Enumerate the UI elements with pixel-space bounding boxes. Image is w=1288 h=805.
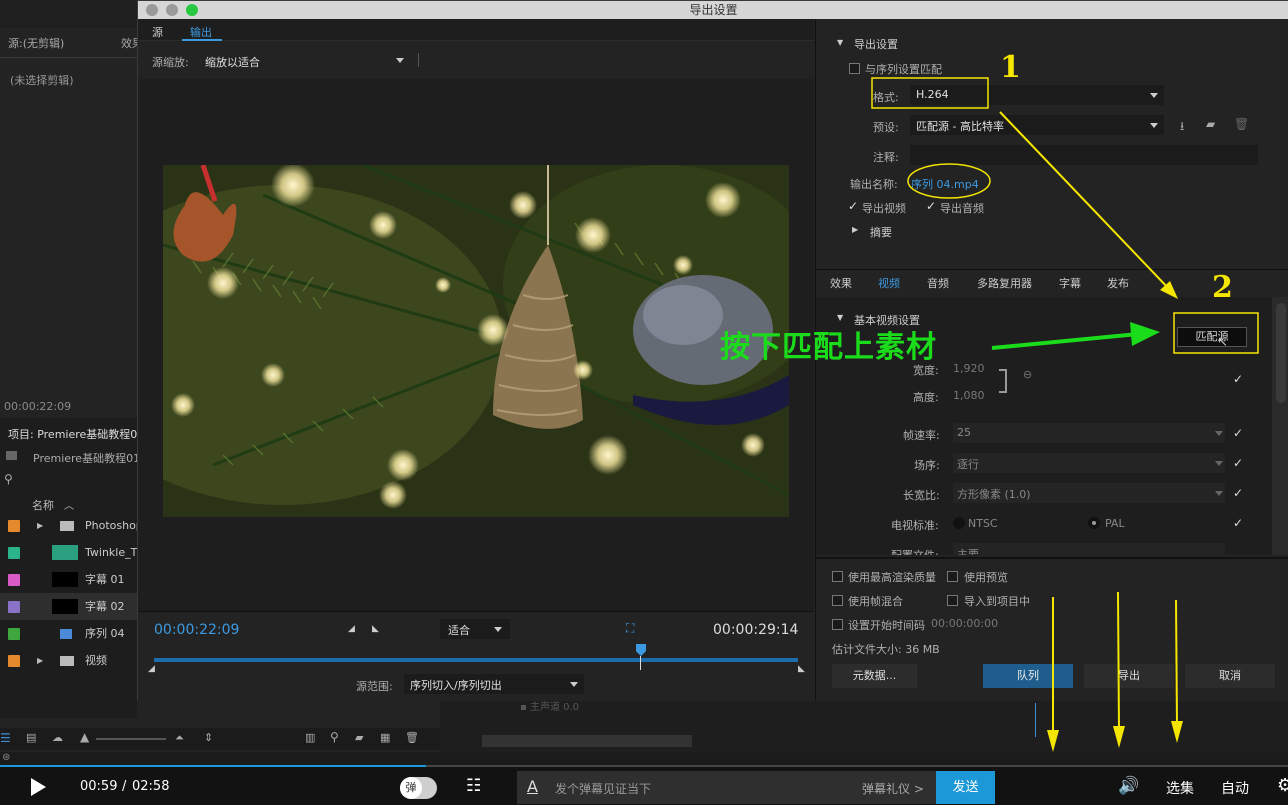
match-source-highlight — [1173, 312, 1259, 354]
danmaku-settings-icon[interactable]: ☷ — [466, 776, 481, 796]
annotation-instruction: 按下匹配上素材 — [720, 330, 937, 365]
send-button[interactable]: 发送 — [936, 771, 995, 804]
green-arrow-head — [1130, 322, 1160, 346]
green-arrow-line — [991, 332, 1139, 350]
arrow-line — [999, 111, 1171, 291]
episodes-button[interactable]: 选集 — [1166, 778, 1194, 798]
arrow-head — [1113, 726, 1125, 748]
volume-icon[interactable]: 🔊 — [1118, 776, 1139, 796]
text-style-icon[interactable]: A — [527, 777, 538, 796]
settings-gear-icon[interactable]: ⚙ — [1277, 775, 1288, 796]
total-time: 02:58 — [132, 779, 170, 794]
quality-button[interactable]: 自动 — [1221, 778, 1249, 798]
current-time: 00:59 — [80, 779, 118, 794]
format-highlight-box — [871, 77, 989, 109]
danmaku-placeholder: 发个弹幕见证当下 — [555, 782, 652, 796]
annotation-number-1: 1 — [1000, 50, 1021, 85]
play-icon[interactable] — [28, 777, 48, 797]
danmaku-toggle[interactable]: 弹 — [400, 777, 437, 799]
annotation-overlay — [871, 77, 1259, 752]
arrow-down-2 — [1117, 591, 1120, 731]
arrow-down-3 — [1175, 599, 1178, 726]
video-player-controls: 00:59 / 02:58 弹 ☷ A 发个弹幕见证当下 弹幕礼仪 > 发送 🔊… — [0, 767, 1288, 805]
danmaku-input[interactable]: A 发个弹幕见证当下 弹幕礼仪 > — [517, 771, 936, 804]
danmaku-toggle-label: 弹 — [400, 777, 422, 799]
arrow-head — [1047, 730, 1059, 752]
arrow-head — [1171, 721, 1183, 743]
annotation-number-2: 2 — [1212, 270, 1233, 305]
output-name-highlight — [907, 163, 991, 199]
time-separator: / — [122, 779, 127, 794]
danmaku-etiquette-link[interactable]: 弹幕礼仪 > — [862, 780, 924, 797]
